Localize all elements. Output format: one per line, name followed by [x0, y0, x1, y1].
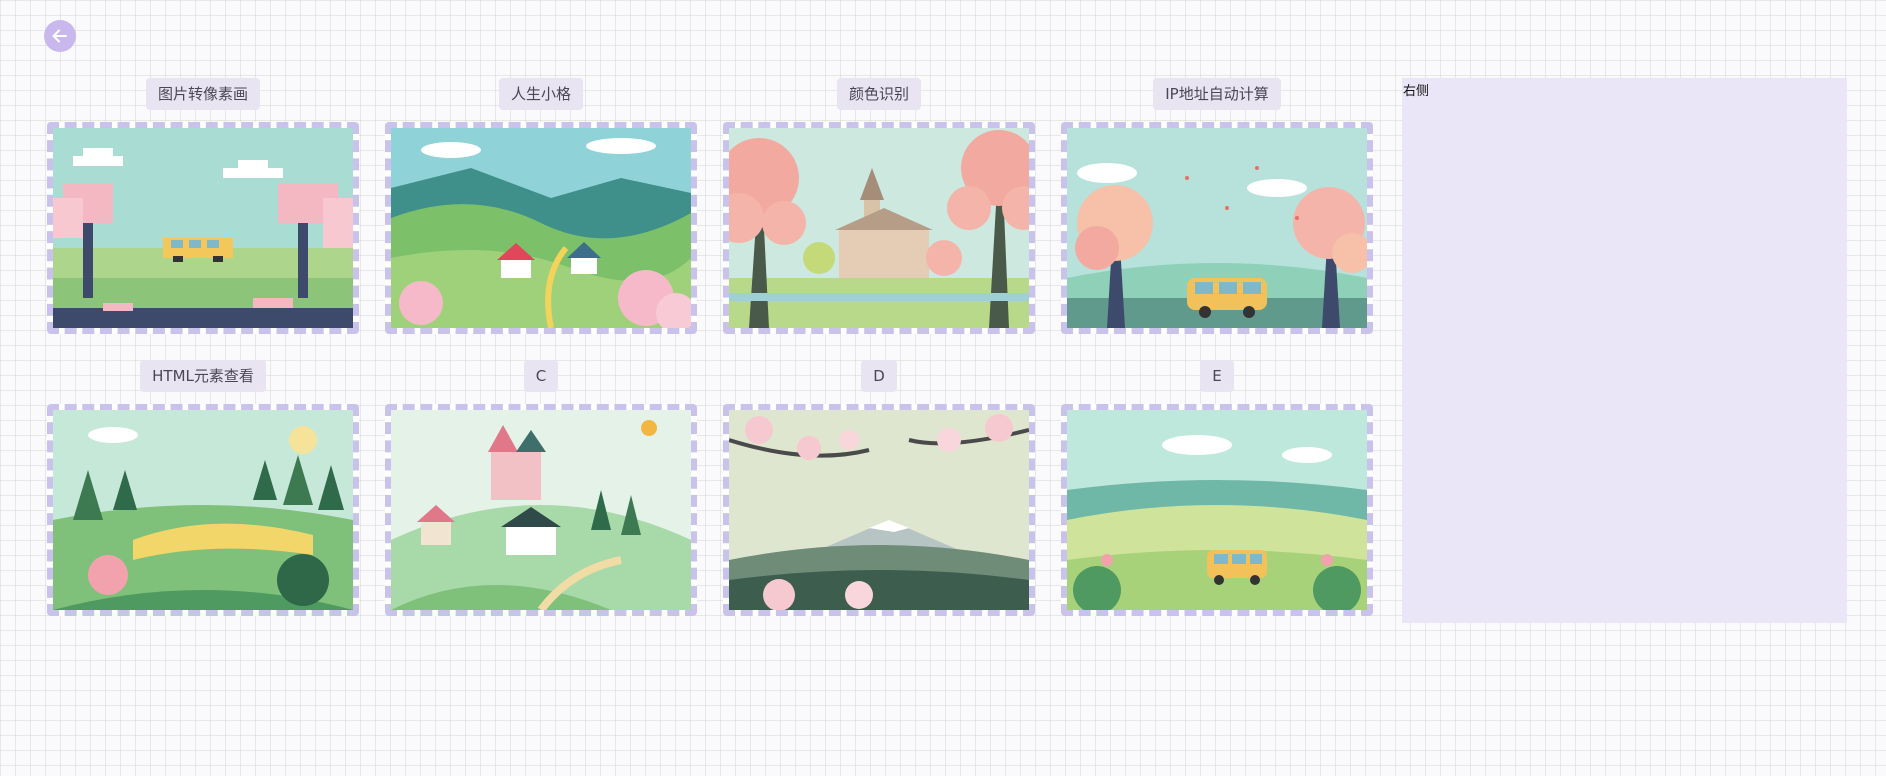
tool-card: D	[723, 360, 1035, 616]
right-panel-label: 右侧	[1403, 84, 1430, 99]
card-image[interactable]	[723, 122, 1035, 334]
card-image[interactable]	[385, 404, 697, 616]
card-title[interactable]: 颜色识别	[836, 78, 921, 110]
tool-card: 人生小格	[385, 78, 697, 334]
card-title[interactable]: C	[523, 360, 559, 392]
card-image[interactable]	[1061, 404, 1373, 616]
card-title[interactable]: 人生小格	[498, 78, 583, 110]
card-image[interactable]	[47, 122, 359, 334]
card-image[interactable]	[47, 404, 359, 616]
card-title[interactable]: HTML元素查看	[140, 360, 266, 392]
card-image[interactable]	[385, 122, 697, 334]
tool-card: HTML元素查看	[47, 360, 359, 616]
card-title[interactable]: D	[861, 360, 897, 392]
right-panel: 右侧	[1402, 78, 1847, 623]
tool-card: E	[1061, 360, 1373, 616]
card-title[interactable]: IP地址自动计算	[1153, 78, 1281, 110]
tool-card: IP地址自动计算	[1061, 78, 1373, 334]
tool-card: 颜色识别	[723, 78, 1035, 334]
card-image[interactable]	[1061, 122, 1373, 334]
card-title[interactable]: 图片转像素画	[145, 78, 260, 110]
arrow-left-icon	[52, 29, 67, 43]
card-image[interactable]	[723, 404, 1035, 616]
card-title[interactable]: E	[1200, 360, 1234, 392]
tool-card: C	[385, 360, 697, 616]
tool-card-grid: 图片转像素画 人生小格 颜色识别 IP地址自动计算 HTML元素查看 C D E	[47, 78, 1377, 616]
back-button[interactable]	[44, 20, 76, 52]
tool-card: 图片转像素画	[47, 78, 359, 334]
